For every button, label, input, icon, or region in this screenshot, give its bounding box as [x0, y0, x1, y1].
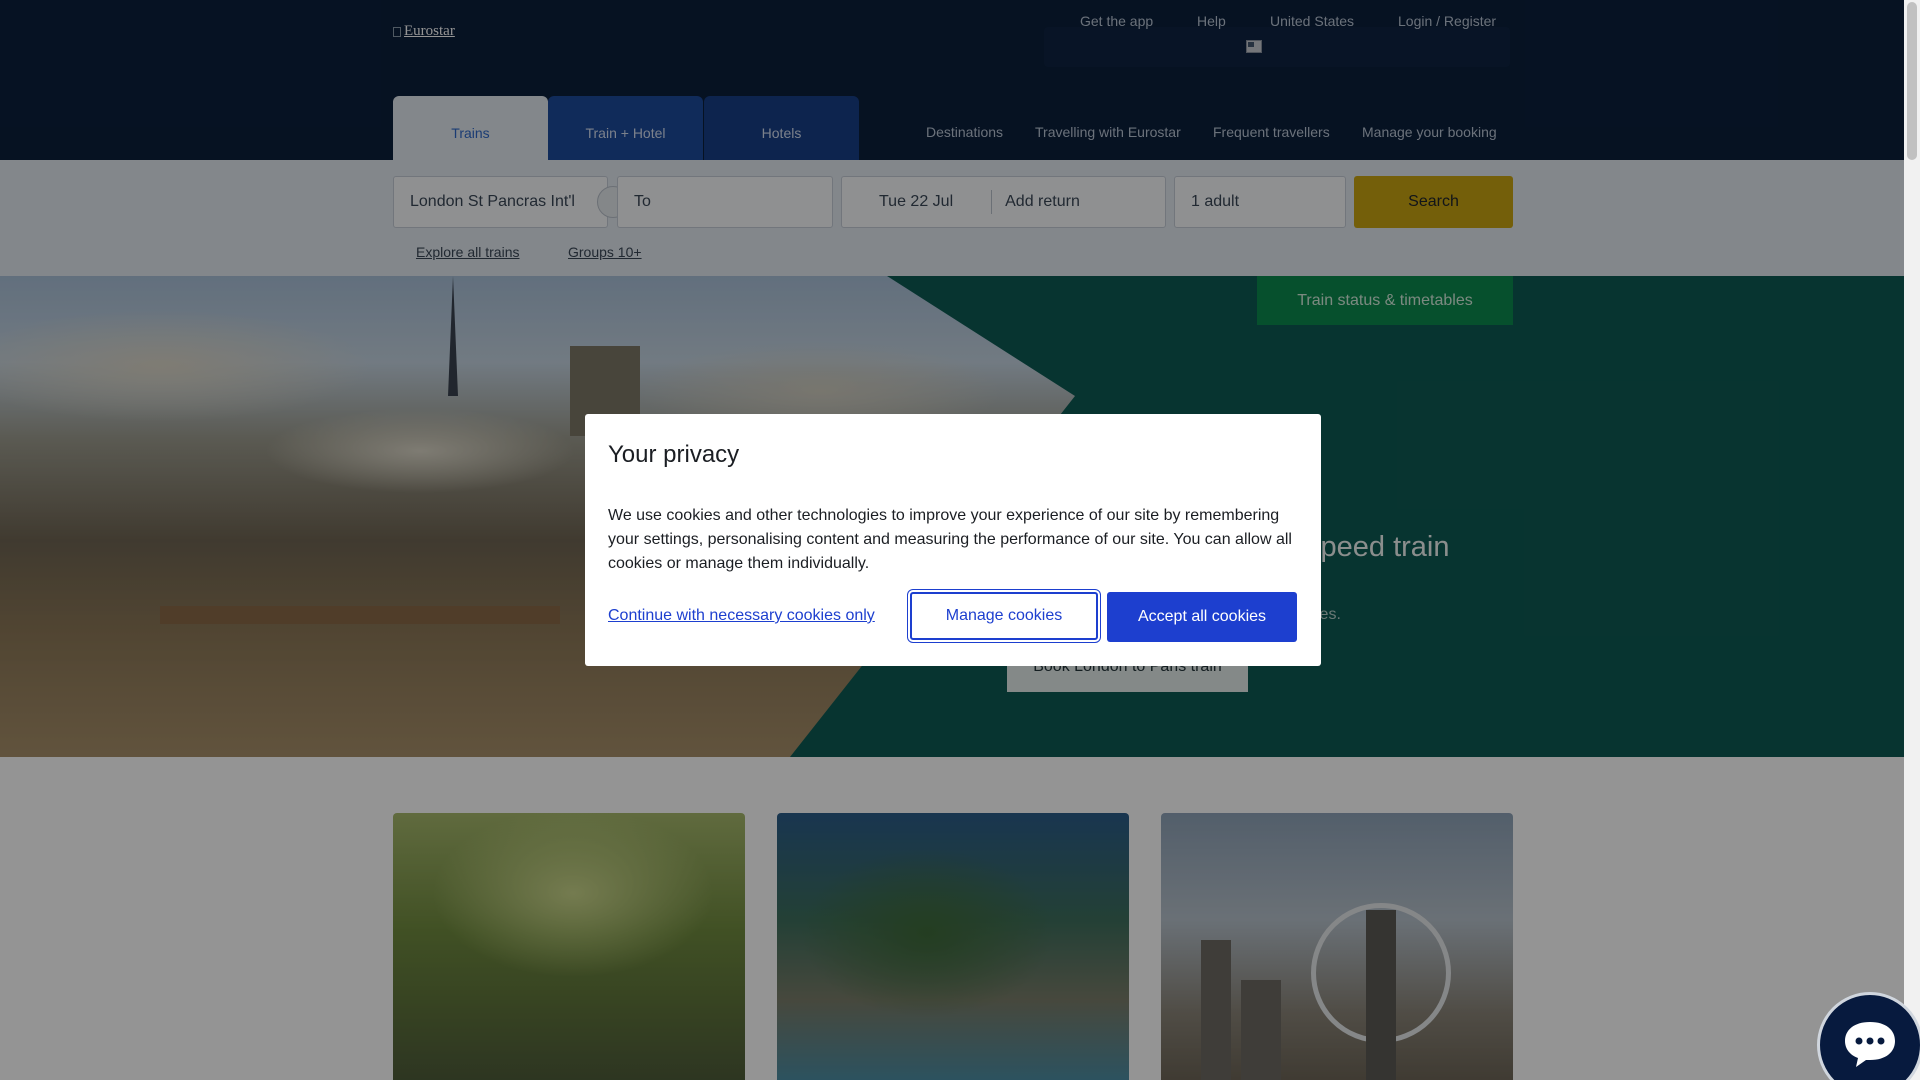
cookie-dialog-title: Your privacy	[608, 441, 740, 468]
necessary-cookies-button[interactable]: Continue with necessary cookies only	[608, 607, 875, 625]
chat-widget-button[interactable]	[1817, 992, 1920, 1080]
scrollbar-track[interactable]	[1904, 0, 1920, 1080]
manage-cookies-button[interactable]: Manage cookies	[910, 592, 1098, 640]
chat-bubble-icon	[1845, 1022, 1895, 1067]
accept-all-cookies-button[interactable]: Accept all cookies	[1107, 592, 1297, 642]
scrollbar-thumb[interactable]	[1907, 2, 1917, 160]
cookie-dialog-body: We use cookies and other technologies to…	[608, 507, 1292, 572]
cookie-consent-dialog: Your privacy We use cookies and other te…	[585, 414, 1321, 666]
